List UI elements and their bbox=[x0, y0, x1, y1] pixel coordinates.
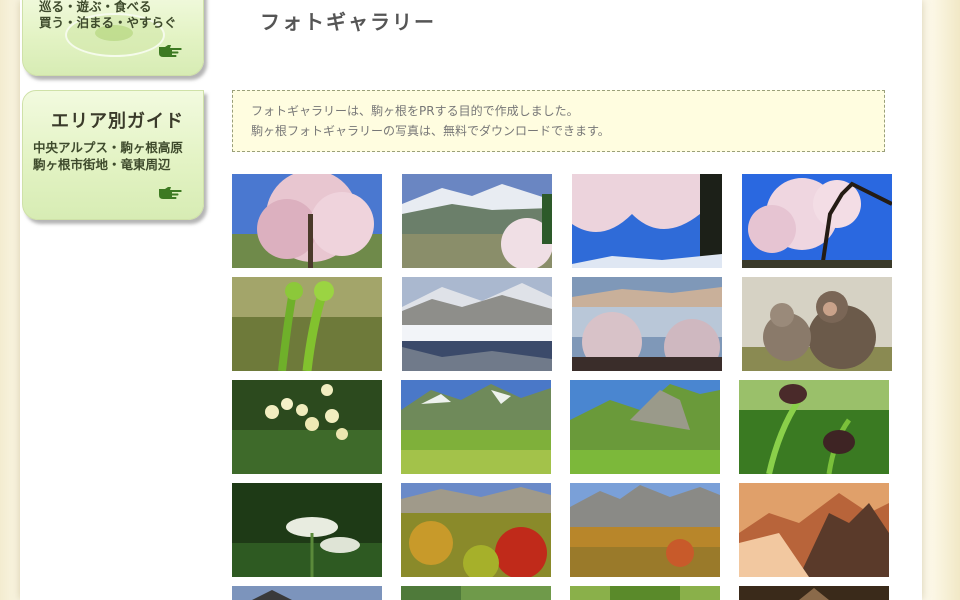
gallery-photo[interactable] bbox=[739, 483, 889, 577]
gallery-photo[interactable] bbox=[402, 174, 552, 268]
notice-box: フォトギャラリーは、駒ヶ根をPRする目的で作成しました。 駒ヶ根フォトギャラリー… bbox=[232, 90, 885, 152]
area-guide-title: エリア別ガイド bbox=[51, 111, 184, 132]
gallery-photo[interactable] bbox=[402, 277, 552, 371]
area-guide-line2: 駒ヶ根市街地・竜東周辺 bbox=[33, 157, 171, 172]
guide-nav-line2: 買う・泊まる・やすらぐ bbox=[39, 15, 177, 30]
gallery-photo[interactable] bbox=[401, 586, 551, 600]
gallery-photo[interactable] bbox=[232, 277, 382, 371]
gallery-photo[interactable] bbox=[570, 380, 720, 474]
gallery-photo[interactable] bbox=[401, 483, 551, 577]
hand-pointer-icon bbox=[159, 45, 182, 57]
gallery-photo[interactable] bbox=[572, 277, 722, 371]
gallery-photo[interactable] bbox=[572, 174, 722, 268]
gallery-photo[interactable] bbox=[739, 380, 889, 474]
gallery-photo[interactable] bbox=[232, 586, 382, 600]
gallery-photo[interactable] bbox=[742, 277, 892, 371]
gallery-photo[interactable] bbox=[232, 483, 382, 577]
area-guide-box[interactable]: エリア別ガイド 中央アルプス・駒ヶ根高原 駒ヶ根市街地・竜東周辺 bbox=[22, 90, 204, 220]
gallery-photo[interactable] bbox=[401, 380, 551, 474]
notice-line2: 駒ヶ根フォトギャラリーの写真は、無料でダウンロードできます。 bbox=[251, 124, 610, 138]
notice-line1: フォトギャラリーは、駒ヶ根をPRする目的で作成しました。 bbox=[251, 104, 579, 118]
guide-nav-line1: 巡る・遊ぶ・食べる bbox=[39, 0, 152, 14]
gallery-photo[interactable] bbox=[742, 174, 892, 268]
gallery-photo[interactable] bbox=[570, 483, 720, 577]
hand-pointer-icon bbox=[159, 187, 182, 199]
gallery-photo[interactable] bbox=[739, 586, 889, 600]
guide-nav-box[interactable]: 巡る・遊ぶ・食べる 買う・泊まる・やすらぐ bbox=[22, 0, 204, 76]
gallery-photo[interactable] bbox=[232, 380, 382, 474]
gallery-photo[interactable] bbox=[232, 174, 382, 268]
page-title: フォトギャラリー bbox=[260, 10, 436, 34]
gallery-photo[interactable] bbox=[570, 586, 720, 600]
